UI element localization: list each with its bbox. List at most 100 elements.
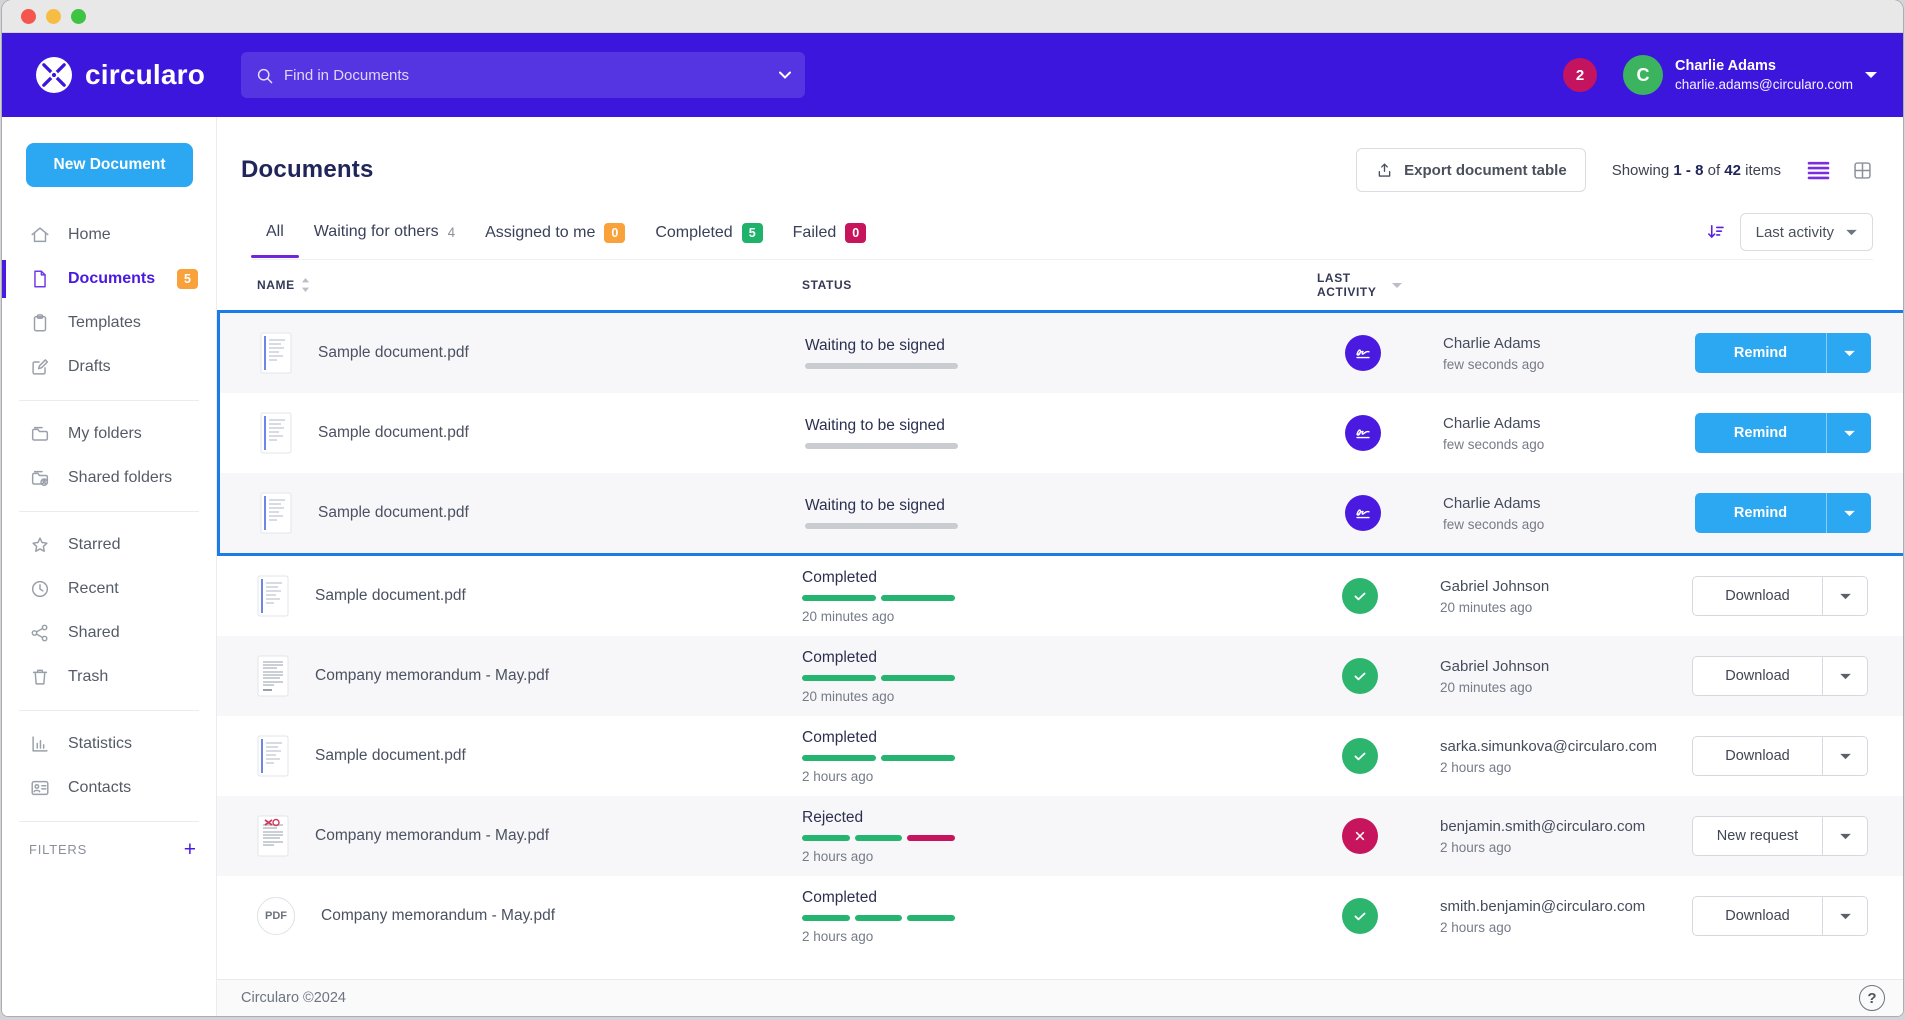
- tab-count-badge: 0: [604, 223, 625, 243]
- status-time: 2 hours ago: [802, 849, 1317, 864]
- action-button-label[interactable]: Download: [1693, 737, 1822, 775]
- action-button-label[interactable]: Download: [1693, 657, 1822, 695]
- last-activity-actor: Charlie Adams: [1443, 415, 1695, 432]
- action-button-label[interactable]: Download: [1693, 897, 1822, 935]
- new-request-button[interactable]: New request: [1692, 816, 1868, 856]
- sidebar-item-recent[interactable]: Recent: [2, 567, 216, 611]
- notification-badge[interactable]: 2: [1563, 58, 1597, 92]
- document-row[interactable]: Company memorandum - May.pdfRejected2 ho…: [217, 796, 1903, 876]
- sidebar-item-home[interactable]: Home: [2, 213, 216, 257]
- document-row[interactable]: Sample document.pdfWaiting to be signedC…: [220, 473, 1903, 553]
- file-thumbnail-doc-icon: [260, 492, 292, 534]
- sidebar-item-starred[interactable]: Starred: [2, 523, 216, 567]
- sidebar-divider: [19, 400, 199, 401]
- filters-label: FILTERS: [29, 842, 87, 857]
- status-label: Waiting to be signed: [805, 417, 1320, 435]
- tab-failed[interactable]: Failed0: [778, 213, 882, 259]
- sidebar-item-trash[interactable]: Trash: [2, 655, 216, 699]
- file-name: Company memorandum - May.pdf: [315, 827, 549, 845]
- download-button[interactable]: Download: [1692, 576, 1868, 616]
- document-row[interactable]: Sample document.pdfCompleted20 minutes a…: [217, 556, 1903, 636]
- grid-view-icon[interactable]: [1852, 160, 1873, 181]
- action-dropdown-caret-icon[interactable]: [1822, 817, 1867, 855]
- remind-button[interactable]: Remind: [1695, 493, 1871, 533]
- action-button-label[interactable]: New request: [1693, 817, 1822, 855]
- tab-assigned-to-me[interactable]: Assigned to me0: [470, 213, 640, 259]
- action-dropdown-caret-icon[interactable]: [1826, 413, 1871, 453]
- remind-button[interactable]: Remind: [1695, 413, 1871, 453]
- export-label: Export document table: [1404, 162, 1567, 179]
- action-dropdown-caret-icon[interactable]: [1826, 493, 1871, 533]
- help-button[interactable]: ?: [1859, 985, 1885, 1011]
- user-menu-caret-icon: [1865, 71, 1877, 79]
- tab-waiting-for-others[interactable]: Waiting for others4: [299, 213, 470, 257]
- maximize-window-icon[interactable]: [71, 9, 86, 24]
- document-row[interactable]: Sample document.pdfWaiting to be signedC…: [220, 313, 1903, 393]
- document-row[interactable]: Company memorandum - May.pdfCompleted20 …: [217, 636, 1903, 716]
- document-row[interactable]: PDFCompany memorandum - May.pdfCompleted…: [217, 876, 1903, 956]
- home-icon: [29, 224, 51, 246]
- user-avatar: C: [1623, 55, 1663, 95]
- sidebar-item-statistics[interactable]: Statistics: [2, 722, 216, 766]
- column-header-status[interactable]: STATUS: [802, 278, 1317, 292]
- sidebar-item-shared[interactable]: Shared: [2, 611, 216, 655]
- file-name: Sample document.pdf: [318, 504, 469, 522]
- sort-by-dropdown[interactable]: Last activity: [1740, 213, 1873, 251]
- status-avatar-signature-icon: [1345, 415, 1381, 451]
- file-thumbnail-doc-icon: [260, 332, 292, 374]
- close-window-icon[interactable]: [21, 9, 36, 24]
- action-button-label[interactable]: Remind: [1695, 493, 1826, 533]
- action-dropdown-caret-icon[interactable]: [1826, 333, 1871, 373]
- tab-completed[interactable]: Completed5: [640, 213, 777, 259]
- folder-icon: [29, 423, 51, 445]
- clock-icon: [29, 578, 51, 600]
- document-row[interactable]: Sample document.pdfWaiting to be signedC…: [220, 393, 1903, 473]
- sort-direction-icon[interactable]: [1705, 222, 1726, 242]
- new-document-button[interactable]: New Document: [26, 143, 193, 187]
- sidebar-item-shared-folders[interactable]: Shared folders: [2, 456, 216, 500]
- last-activity-actor: Gabriel Johnson: [1440, 578, 1692, 595]
- tab-count-badge: 4: [448, 225, 456, 240]
- sidebar-item-documents[interactable]: Documents5: [2, 257, 216, 301]
- sidebar-item-contacts[interactable]: Contacts: [2, 766, 216, 810]
- action-dropdown-caret-icon[interactable]: [1822, 657, 1867, 695]
- edit-icon: [29, 356, 51, 378]
- sidebar-item-label: Statistics: [68, 735, 132, 753]
- remind-button[interactable]: Remind: [1695, 333, 1871, 373]
- folder-shared-icon: [29, 467, 51, 489]
- sidebar-item-my-folders[interactable]: My folders: [2, 412, 216, 456]
- brand-logo[interactable]: circularo: [34, 55, 209, 95]
- download-button[interactable]: Download: [1692, 896, 1868, 936]
- sidebar-item-drafts[interactable]: Drafts: [2, 345, 216, 389]
- search-dropdown-caret-icon[interactable]: [779, 71, 791, 79]
- column-header-name[interactable]: NAME: [257, 278, 802, 292]
- column-label: STATUS: [802, 278, 852, 292]
- action-dropdown-caret-icon[interactable]: [1822, 737, 1867, 775]
- sidebar-item-label: Shared folders: [68, 469, 172, 487]
- download-button[interactable]: Download: [1692, 656, 1868, 696]
- action-button-label[interactable]: Download: [1693, 577, 1822, 615]
- list-view-icon[interactable]: [1807, 161, 1830, 180]
- status-avatar-cross-icon: [1342, 818, 1378, 854]
- document-row[interactable]: Sample document.pdfCompleted2 hours agos…: [217, 716, 1903, 796]
- column-header-last-activity[interactable]: LAST ACTIVITY: [1317, 271, 1402, 299]
- download-button[interactable]: Download: [1692, 736, 1868, 776]
- stats-icon: [29, 733, 51, 755]
- search-input[interactable]: [284, 67, 779, 84]
- action-button-label[interactable]: Remind: [1695, 413, 1826, 453]
- export-document-table-button[interactable]: Export document table: [1356, 148, 1586, 192]
- minimize-window-icon[interactable]: [46, 9, 61, 24]
- action-dropdown-caret-icon[interactable]: [1822, 577, 1867, 615]
- status-progress-bar: [802, 675, 955, 681]
- user-menu[interactable]: C Charlie Adams charlie.adams@circularo.…: [1623, 55, 1877, 95]
- action-dropdown-caret-icon[interactable]: [1822, 897, 1867, 935]
- status-progress-bar: [802, 755, 955, 761]
- search-bar[interactable]: [241, 52, 805, 98]
- status-progress-bar: [805, 363, 958, 369]
- sidebar-item-templates[interactable]: Templates: [2, 301, 216, 345]
- action-button-label[interactable]: Remind: [1695, 333, 1826, 373]
- tab-all[interactable]: All: [251, 213, 299, 257]
- page-title: Documents: [241, 156, 374, 184]
- add-filter-button[interactable]: +: [184, 839, 196, 860]
- last-activity-time: few seconds ago: [1443, 357, 1695, 372]
